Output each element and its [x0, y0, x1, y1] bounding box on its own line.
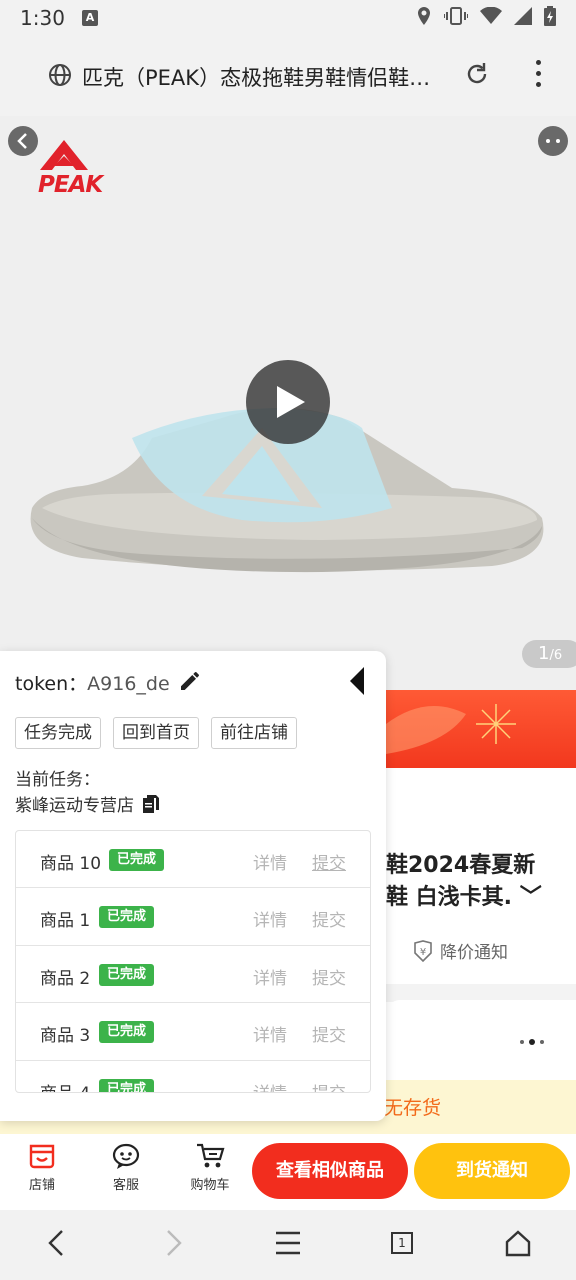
arrival-notify-button[interactable]: 到货通知: [414, 1143, 570, 1199]
page-title[interactable]: 匹克（PEAK）态极拖鞋男鞋情侣鞋…: [82, 62, 462, 92]
status-bar: 1:30 A: [0, 0, 576, 36]
edit-icon[interactable]: [178, 669, 202, 693]
play-icon: [277, 386, 305, 418]
chevron-left-icon: [17, 133, 27, 149]
task-row: 商品 2 已完成 详情 提交: [16, 946, 370, 1004]
back-home-button[interactable]: 回到首页: [113, 717, 199, 749]
cart-icon: [197, 1143, 225, 1168]
copy-icon[interactable]: [142, 794, 160, 814]
home-icon[interactable]: [504, 1228, 532, 1258]
task-list[interactable]: 商品 10 已完成 详情 提交 商品 1 已完成 详情 提交 商品 2 已完成 …: [15, 830, 371, 1093]
token-value: A916_de: [87, 673, 170, 695]
product-title-line1: 鞋2024春夏新: [386, 853, 536, 878]
brand-logo-text: PEAK: [38, 172, 103, 198]
task-name: 商品 3: [40, 1026, 91, 1047]
overflow-menu-icon[interactable]: [536, 60, 544, 93]
address-bar[interactable]: 匹克（PEAK）态极拖鞋男鞋情侣鞋…: [30, 50, 508, 100]
spec-more-icon[interactable]: [520, 1039, 544, 1045]
product-title-fragment: 鞋2024春夏新 鞋 白浅卡其. ﹀: [386, 850, 576, 914]
submit-link[interactable]: 提交: [312, 906, 346, 931]
current-task-label: 当前任务：: [15, 770, 100, 790]
collapse-panel-icon[interactable]: [346, 665, 370, 697]
task-row: 商品 3 已完成 详情 提交: [16, 1003, 370, 1061]
go-store-button[interactable]: 前往店铺: [211, 717, 297, 749]
status-badge: 已完成: [99, 1021, 155, 1044]
price-notify-label: 降价通知: [440, 943, 508, 963]
product-action-bar: 店铺 客服 购物车 查看相似商品 到货通知: [0, 1134, 576, 1210]
submit-link[interactable]: 提交: [312, 1021, 346, 1046]
submit-link[interactable]: 提交: [312, 849, 346, 874]
spec-section[interactable]: [386, 1000, 576, 1080]
pager-current: 1: [538, 643, 550, 664]
detail-link[interactable]: 详情: [253, 964, 287, 989]
wifi-icon: [480, 7, 502, 24]
customer-service-icon: [112, 1143, 140, 1169]
task-name: 商品 4: [40, 1079, 90, 1092]
battery-icon: [544, 6, 556, 26]
cart-label: 购物车: [190, 1178, 230, 1193]
task-name: 商品 2: [40, 968, 91, 989]
back-icon[interactable]: [44, 1228, 68, 1258]
task-name: 商品 10: [40, 854, 102, 874]
task-row: 商品 1 已完成 详情 提交: [16, 888, 370, 946]
cart-button[interactable]: 购物车: [180, 1142, 240, 1193]
location-icon: [418, 7, 430, 25]
token-row: token：A916_de: [15, 669, 170, 696]
view-similar-button[interactable]: 查看相似商品: [252, 1143, 408, 1199]
stock-status: 无存货: [384, 1097, 442, 1119]
menu-icon[interactable]: [274, 1228, 302, 1258]
price-drop-notify[interactable]: ¥ 降价通知: [412, 938, 508, 963]
pager-total: /6: [549, 648, 563, 663]
status-badge: 已完成: [99, 906, 155, 929]
panel-actions: 任务完成 回到首页 前往店铺: [15, 717, 297, 749]
svg-text:¥: ¥: [420, 947, 426, 958]
service-label: 客服: [112, 1178, 139, 1193]
globe-icon: [49, 64, 71, 86]
status-badge: 已完成: [99, 963, 155, 986]
product-title-line2: 鞋 白浅卡其. ﹀: [386, 885, 542, 910]
submit-link[interactable]: 提交: [312, 964, 346, 989]
detail-link[interactable]: 详情: [253, 906, 287, 931]
expand-icon[interactable]: ﹀: [520, 885, 542, 910]
back-button[interactable]: [8, 126, 38, 156]
gallery-pager: 1/6: [522, 640, 576, 668]
more-button[interactable]: [538, 126, 568, 156]
vibrate-icon: [444, 7, 468, 25]
current-task-store-row: 紫峰运动专营店: [15, 791, 160, 816]
detail-link[interactable]: 详情: [253, 849, 287, 874]
status-badge: 已完成: [99, 1078, 155, 1092]
play-video-button[interactable]: [246, 360, 330, 444]
current-task-store: 紫峰运动专营店: [15, 796, 134, 816]
store-label: 店铺: [28, 1178, 55, 1193]
price-tag-icon: ¥: [414, 939, 432, 962]
forward-icon[interactable]: [162, 1228, 186, 1258]
task-row: 商品 4 已完成 详情 提交: [16, 1061, 370, 1092]
task-overlay-panel: token：A916_de 任务完成 回到首页 前往店铺 当前任务： 紫峰运动专…: [0, 651, 386, 1121]
notification-icon: A: [82, 10, 98, 26]
task-complete-button[interactable]: 任务完成: [15, 717, 101, 749]
peak-logo-icon: [40, 140, 88, 170]
tabs-button[interactable]: 1: [391, 1232, 413, 1254]
signal-icon: [514, 7, 532, 25]
submit-link[interactable]: 提交: [312, 1079, 346, 1092]
service-button[interactable]: 客服: [96, 1142, 156, 1193]
task-name: 商品 1: [40, 911, 91, 932]
token-label: token：: [15, 673, 88, 695]
status-icons: [416, 6, 556, 26]
status-time: 1:30: [20, 6, 65, 30]
detail-link[interactable]: 详情: [253, 1021, 287, 1046]
detail-link[interactable]: 详情: [253, 1079, 287, 1092]
store-icon: [29, 1144, 55, 1169]
store-button[interactable]: 店铺: [12, 1142, 72, 1193]
browser-toolbar: 匹克（PEAK）态极拖鞋男鞋情侣鞋…: [0, 36, 576, 116]
product-gallery[interactable]: PEAK 1/6: [0, 116, 576, 690]
browser-nav-bar: [0, 1210, 576, 1280]
status-badge: 已完成: [109, 849, 165, 871]
reload-icon[interactable]: [464, 61, 490, 87]
promo-decoration: [386, 704, 516, 754]
task-row: 商品 10 已完成 详情 提交: [16, 831, 370, 889]
